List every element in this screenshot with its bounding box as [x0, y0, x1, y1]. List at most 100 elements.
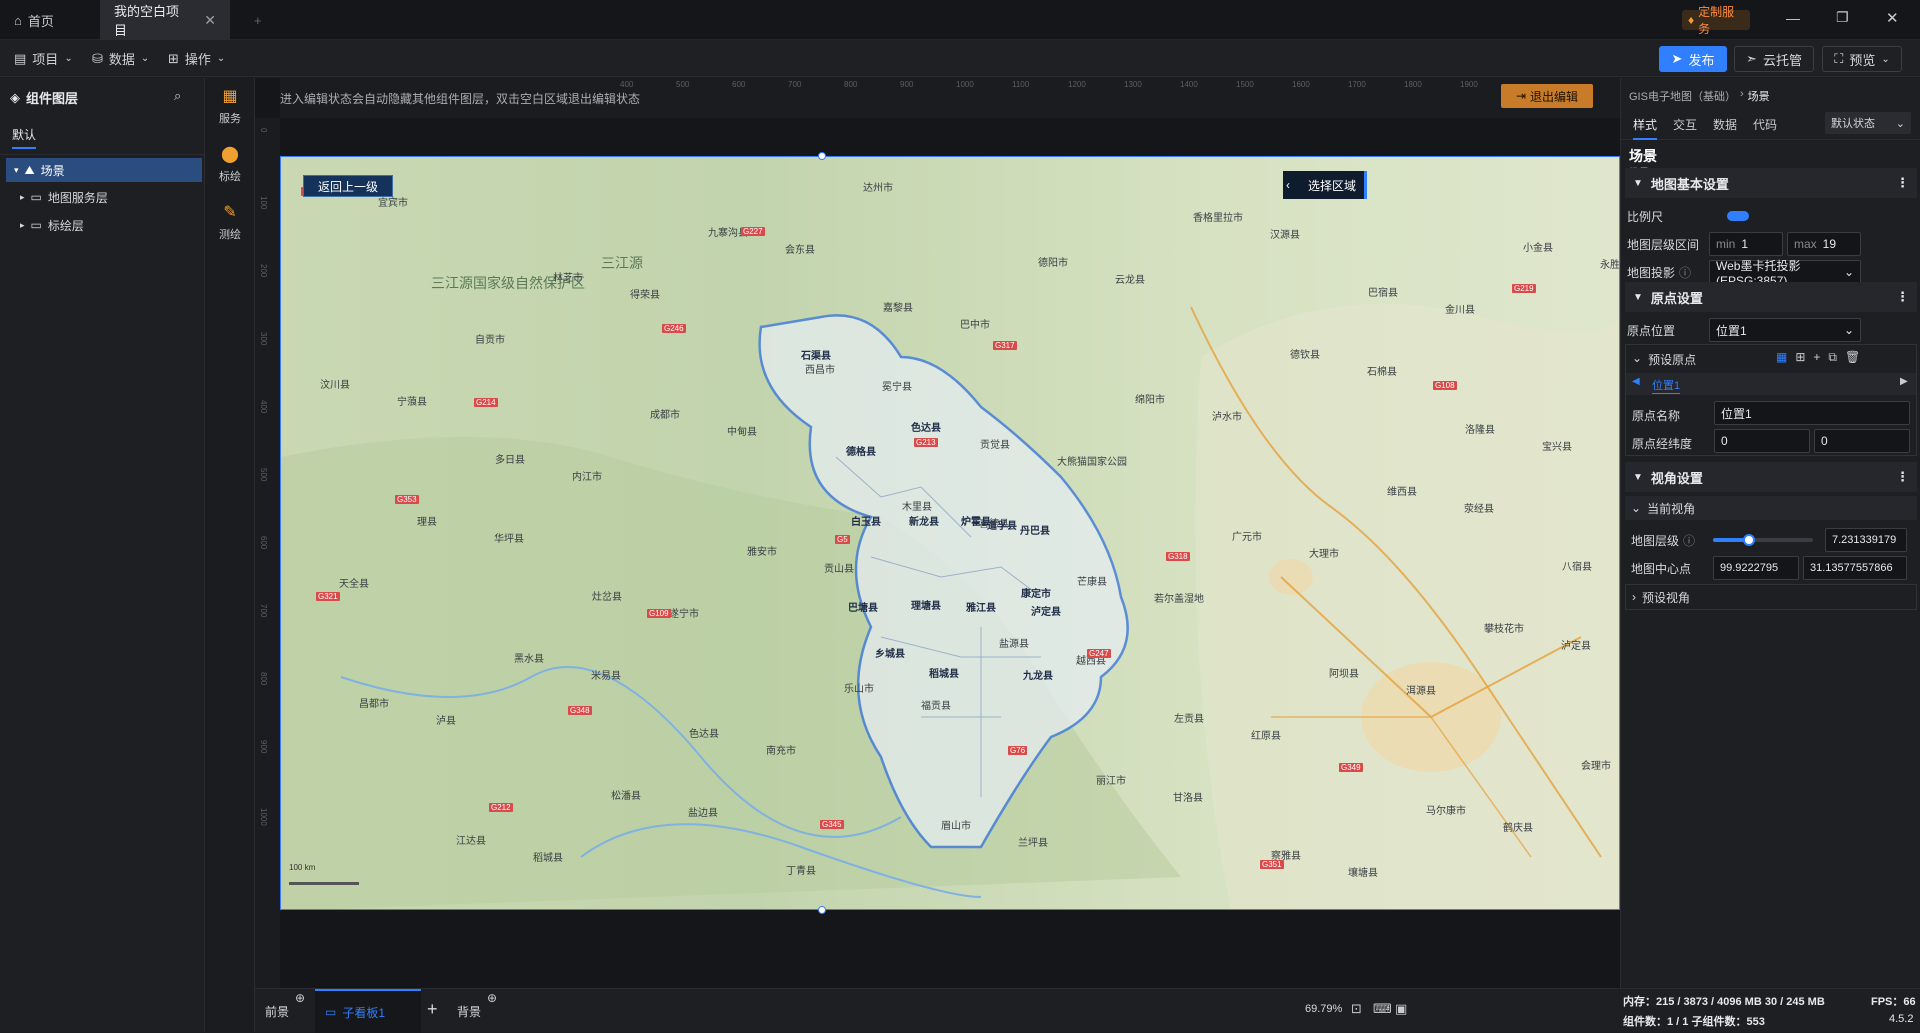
map-place-label: 理县	[417, 517, 437, 528]
tab-data[interactable]: 数据	[1713, 116, 1737, 133]
origin-name-input[interactable]: 位置1	[1714, 401, 1910, 425]
background-tab[interactable]: 背景	[457, 1003, 481, 1020]
scale-toggle[interactable]	[1727, 211, 1749, 221]
resize-handle-top[interactable]	[818, 152, 826, 160]
more-icon[interactable]: ⋮	[1896, 469, 1909, 485]
add-foreground-icon[interactable]: ⊕	[295, 991, 305, 1005]
service-tool[interactable]: ▦ 服务	[205, 78, 255, 134]
map-view[interactable]: 三江源 三江源国家级自然保护区 多日县 灶岔县 色达县 丁青县 嘉黎县 贡觉县 芒康县 左贡县 察雅…	[280, 156, 1620, 910]
section-map-basic[interactable]: ▼ 地图基本设置 ⋮	[1625, 168, 1917, 198]
grid-icon[interactable]: ⊞	[1795, 350, 1805, 365]
tab-code[interactable]: 代码	[1753, 116, 1777, 133]
origin-lng-input[interactable]: 0	[1714, 429, 1810, 453]
table-icon[interactable]: ▦	[1776, 350, 1787, 365]
map-place-label: 中甸县	[727, 427, 757, 438]
section-view[interactable]: ▼ 视角设置 ⋮	[1625, 462, 1917, 492]
copy-icon[interactable]: ⧉	[1828, 350, 1837, 365]
tab-home[interactable]: ⌂ 首页	[0, 0, 88, 40]
preset-tab[interactable]: 位置1	[1652, 377, 1681, 394]
restore-icon[interactable]: ❐	[1836, 9, 1849, 26]
more-icon[interactable]: ⋮	[1896, 175, 1909, 191]
map-place-label: 雅安市	[747, 547, 777, 558]
new-tab-icon[interactable]: +	[240, 0, 270, 40]
fit-icon[interactable]: ⊡	[1351, 1001, 1362, 1017]
map-place-label: 马尔康市	[1426, 806, 1466, 817]
tab-interaction[interactable]: 交互	[1673, 116, 1697, 133]
plot-tool[interactable]: ⬤ 标绘	[205, 136, 255, 192]
tree-item-plot[interactable]: ▸ ▭ 标绘层	[20, 214, 84, 236]
terminal-icon[interactable]: ▣	[1395, 1001, 1407, 1017]
more-icon[interactable]: ⋮	[1896, 289, 1909, 305]
zoom-min-input[interactable]: min 1	[1709, 232, 1783, 256]
measure-tool[interactable]: ✎ 测绘	[205, 194, 255, 250]
state-select[interactable]: 默认状态 ⌄	[1825, 112, 1911, 134]
menu-operate[interactable]: ⊞ 操作 ⌄	[168, 40, 225, 77]
map-zoom-slider[interactable]	[1713, 534, 1813, 546]
origin-pos-value: 位置1	[1716, 323, 1747, 338]
menu-project[interactable]: ▤ 项目 ⌄	[14, 40, 73, 77]
custom-service-button[interactable]: ♦ 定制服务	[1682, 5, 1750, 36]
trash-icon[interactable]: 🗑	[1845, 350, 1860, 365]
close-icon[interactable]: ✕	[204, 12, 216, 29]
cloud-button[interactable]: ➣ 云托管	[1734, 46, 1814, 72]
publish-button[interactable]: ➤ 发布	[1659, 46, 1727, 72]
origin-lat-input[interactable]: 0	[1814, 429, 1910, 453]
back-button[interactable]: 返回上一级	[303, 175, 393, 197]
chevron-down-icon: ⌄	[1843, 323, 1854, 337]
editor-canvas[interactable]: 进入编辑状态会自动隐藏其他组件图层，双击空白区域退出编辑状态 400 500 600…	[255, 78, 1620, 988]
caret-left-icon[interactable]: ◀	[1632, 376, 1640, 387]
preset-view-header[interactable]: › 预设视角	[1625, 584, 1917, 610]
mountain-icon: ⛰	[24, 162, 35, 177]
origin-name-value: 位置1	[1721, 406, 1752, 421]
sub-board-tab[interactable]: ▭ 子看板1	[315, 989, 421, 1033]
map-place-label: 贡觉县	[980, 440, 1010, 451]
preview-button[interactable]: ⛶ 预览 ⌄	[1822, 46, 1902, 72]
map-place-label: 色达县	[689, 729, 719, 740]
bottom-bar: 前景 ⊕ ▭ 子看板1 + 背景 ⊕ 69.79% ⊡ ⌨ ▣ 内存：215 /…	[255, 988, 1920, 1033]
keyboard-icon[interactable]: ⌨	[1373, 1001, 1392, 1017]
grid-icon: ⊞	[168, 50, 179, 66]
map-place-label: 汶川县	[320, 380, 350, 391]
map-center-lng-input[interactable]: 99.9222795	[1713, 556, 1799, 580]
map-place-label: 盐边县	[688, 808, 718, 819]
map-place-label: 江达县	[456, 836, 486, 847]
map-place-label: 石棉县	[1367, 367, 1397, 378]
road-shield: G349	[1339, 763, 1363, 772]
preset-origin-header[interactable]: ⌄ 预设原点	[1632, 351, 1696, 368]
breadcrumb-root[interactable]: GIS电子地图（基础）	[1629, 88, 1736, 104]
select-region-button[interactable]: ‹ 选择区域	[1283, 171, 1367, 199]
map-zoom-slider-thumb[interactable]	[1743, 534, 1755, 546]
projection-select[interactable]: Web墨卡托投影(EPSG:3857) ⌄	[1709, 259, 1861, 288]
origin-name-label: 原点名称	[1632, 409, 1681, 423]
map-zoom-input[interactable]: 7.231339179	[1825, 528, 1907, 552]
tab-project[interactable]: 我的空白项目 ✕	[100, 0, 230, 40]
add-board-icon[interactable]: +	[427, 999, 438, 1020]
close-window-icon[interactable]: ✕	[1886, 9, 1899, 27]
minimize-icon[interactable]: —	[1786, 10, 1800, 26]
section-origin[interactable]: ▼ 原点设置 ⋮	[1625, 282, 1917, 312]
search-icon[interactable]: ⌕	[174, 88, 181, 104]
ruler-tick: 100	[259, 196, 268, 210]
foreground-tab[interactable]: 前景	[265, 1003, 289, 1020]
chevron-down-icon: ⌄	[1631, 501, 1642, 515]
ruler-tick: 0	[259, 128, 268, 133]
origin-pos-select[interactable]: 位置1 ⌄	[1709, 318, 1861, 342]
add-background-icon[interactable]: ⊕	[487, 991, 497, 1005]
map-center-lat-input[interactable]: 31.13577557866	[1803, 556, 1907, 580]
plus-icon[interactable]: +	[1813, 350, 1820, 365]
caret-right-icon[interactable]: ▶	[1900, 376, 1908, 387]
layer-group-default[interactable]: 默认	[12, 126, 37, 149]
canvas-zoom[interactable]: 69.79%	[1305, 1003, 1342, 1015]
component-name: 场景	[1629, 148, 1657, 164]
menu-data[interactable]: ⛁ 数据 ⌄	[92, 40, 149, 77]
zoom-max-input[interactable]: max 19	[1787, 232, 1861, 256]
tree-item-label: 标绘层	[47, 218, 84, 233]
map-place-label: 绵阳市	[1135, 395, 1165, 406]
tree-item-scene[interactable]: ▾ ⛰ 场景	[6, 158, 202, 182]
left-ruler: 0 100 200 300 400 500 600 700 800 900 1000	[255, 118, 280, 988]
tab-style[interactable]: 样式	[1633, 116, 1658, 140]
tree-item-map-service[interactable]: ▸ ▭ 地图服务层	[20, 186, 108, 208]
resize-handle-bottom[interactable]	[818, 906, 826, 914]
exit-edit-button[interactable]: ⇥ 退出编辑	[1501, 84, 1593, 108]
current-view-header[interactable]: ⌄ 当前视角	[1625, 496, 1917, 520]
